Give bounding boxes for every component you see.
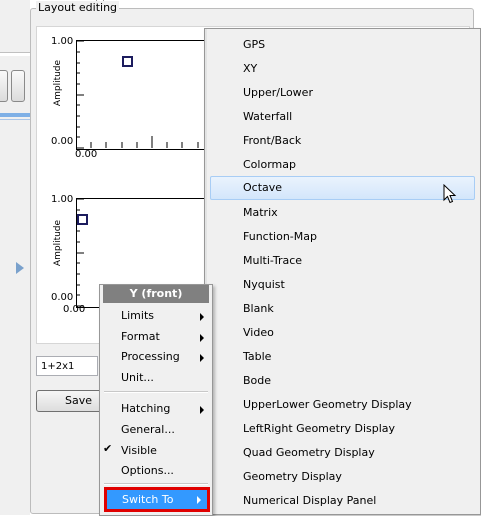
y-min-label: 0.00	[51, 292, 74, 303]
check-icon: ✔	[103, 442, 113, 455]
submenu-item-nyquist[interactable]: Nyquist	[207, 273, 479, 297]
submenu-item-octave[interactable]: Octave	[210, 176, 475, 200]
submenu-item-numerical-display-panel[interactable]: Numerical Display Panel	[207, 489, 479, 513]
submenu-arrow-icon	[200, 406, 204, 414]
menu-separator	[104, 391, 208, 393]
submenu-item-function-map[interactable]: Function-Map	[207, 225, 479, 249]
submenu-item-table[interactable]: Table	[207, 345, 479, 369]
y-axis-label: Amplitude	[53, 59, 64, 107]
save-button[interactable]: Save	[36, 390, 106, 412]
left-toolbar-button[interactable]	[11, 70, 25, 102]
submenu-item-colormap[interactable]: Colormap	[207, 153, 479, 177]
submenu-arrow-icon	[197, 496, 201, 504]
menu-item-label: Limits	[121, 309, 154, 322]
menu-item-label: Processing	[121, 350, 180, 363]
menu-separator	[104, 483, 208, 485]
menu-item-label: Format	[121, 330, 160, 343]
left-toolbar-strip	[0, 52, 30, 56]
submenu-item-quad-geometry[interactable]: Quad Geometry Display	[207, 441, 479, 465]
x-min-label: 0.00	[63, 304, 86, 315]
y-axis-label: Amplitude	[53, 219, 64, 267]
menu-item-general[interactable]: General...	[100, 419, 212, 441]
x-min-label: 0.00	[75, 149, 98, 160]
submenu-item-xy[interactable]: XY	[207, 57, 479, 81]
menu-item-label: General...	[121, 423, 175, 436]
submenu-item-gps[interactable]: GPS	[207, 33, 479, 57]
y-min-label: 0.00	[51, 136, 74, 147]
menu-item-limits[interactable]: Limits	[100, 305, 212, 327]
y-max-label: 1.00	[51, 194, 74, 205]
left-toolbar-button[interactable]	[0, 70, 8, 102]
submenu-item-blank[interactable]: Blank	[207, 297, 479, 321]
y-max-label: 1.00	[51, 36, 74, 47]
arrow-right-icon	[16, 262, 24, 274]
group-title: Layout editing	[36, 1, 120, 15]
submenu-item-waterfall[interactable]: Waterfall	[207, 105, 479, 129]
menu-item-unit[interactable]: Unit...	[100, 367, 212, 389]
menu-item-label: Visible	[121, 444, 157, 457]
menu-item-label: Unit...	[121, 371, 154, 384]
submenu-item-upperlower-geometry[interactable]: UpperLower Geometry Display	[207, 393, 479, 417]
mouse-cursor-icon	[443, 184, 457, 204]
submenu-item-leftright-geometry[interactable]: LeftRight Geometry Display	[207, 417, 479, 441]
submenu-item-geometry-display[interactable]: Geometry Display	[207, 465, 479, 489]
submenu-item-matrix[interactable]: Matrix	[207, 201, 479, 225]
plot-bottom-marker[interactable]	[77, 214, 88, 225]
menu-item-label: Switch To	[122, 493, 174, 506]
submenu-item-front-back[interactable]: Front/Back	[207, 129, 479, 153]
menu-item-switch-to[interactable]: Switch To	[104, 487, 210, 512]
menu-item-visible[interactable]: Visible	[100, 440, 212, 462]
submenu-arrow-icon	[200, 313, 204, 321]
layout-field[interactable]: 1+2x1	[36, 356, 98, 376]
menu-item-options[interactable]: Options...	[100, 460, 212, 482]
submenu-arrow-icon	[200, 354, 204, 362]
menu-item-processing[interactable]: Processing	[100, 346, 212, 368]
submenu-item-bode[interactable]: Bode	[207, 369, 479, 393]
submenu-item-upper-lower[interactable]: Upper/Lower	[207, 81, 479, 105]
menu-item-label: Options...	[121, 464, 174, 477]
menu-item-format[interactable]: Format	[100, 326, 212, 348]
submenu-arrow-icon	[200, 334, 204, 342]
menu-item-hatching[interactable]: Hatching	[100, 398, 212, 420]
context-menu-header: Y (front)	[103, 285, 209, 303]
submenu-item-multi-trace[interactable]: Multi-Trace	[207, 249, 479, 273]
left-selection-bar	[0, 113, 32, 117]
menu-item-label: Hatching	[121, 402, 171, 415]
left-divider	[0, 119, 30, 120]
plot-top-marker[interactable]	[122, 56, 133, 67]
submenu-item-video[interactable]: Video	[207, 321, 479, 345]
